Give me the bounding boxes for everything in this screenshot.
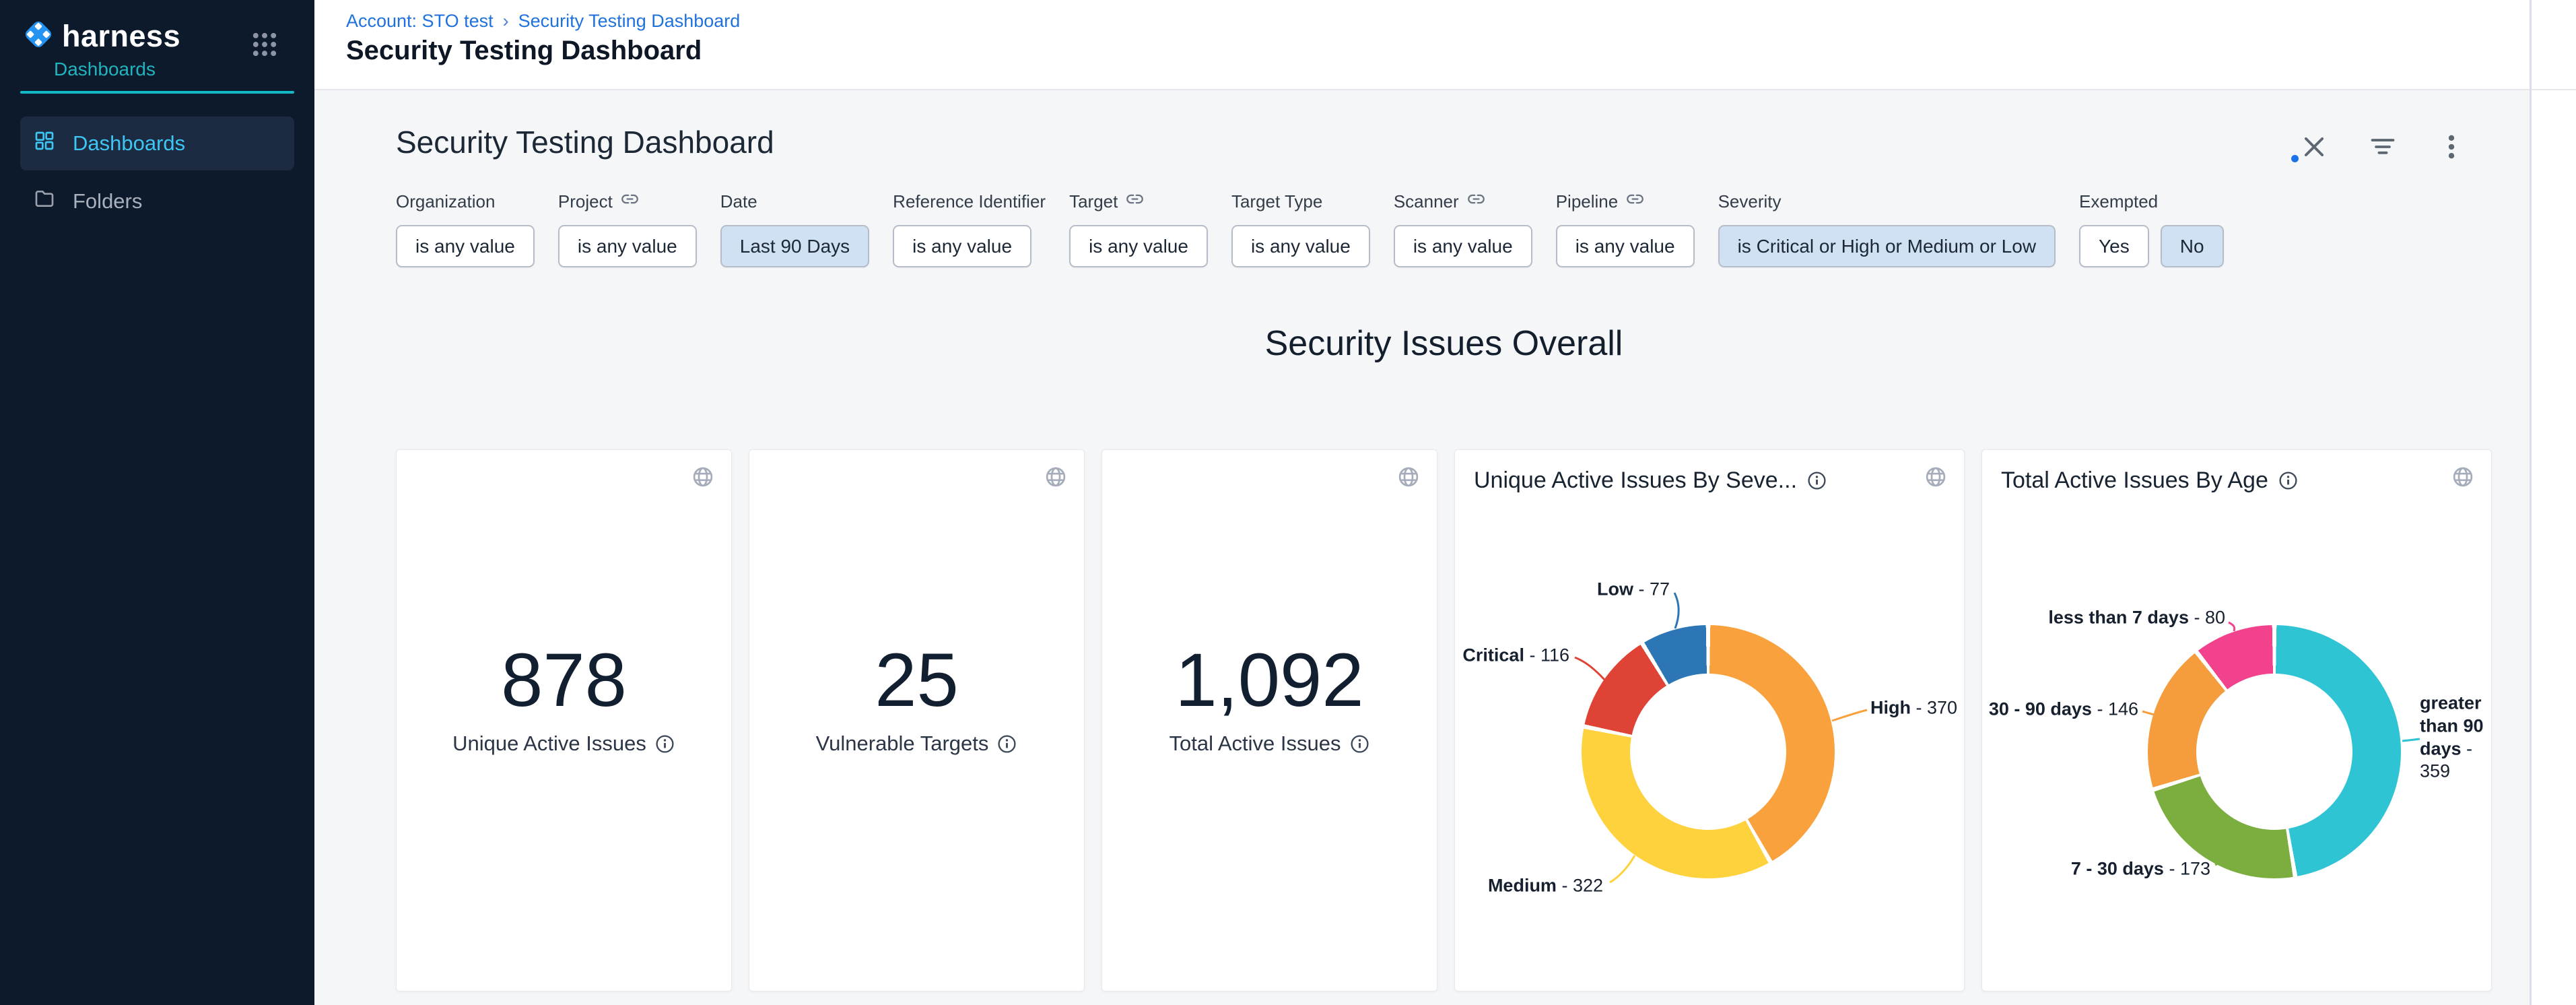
sidebar: harness Dashboards D [0,0,314,1005]
panel-right-divider [2530,0,2532,1005]
sidebar-nav: Dashboards Folders [20,117,294,228]
donut-chart-tile: Unique Active Issues By Seve... High - 3… [1454,449,1965,992]
filter-label: Scanner [1394,191,1459,212]
filter-label: Date [720,191,757,212]
close-icon[interactable] [2299,132,2329,162]
stat-label: Vulnerable Targets [816,732,989,756]
globe-icon [1396,465,1421,492]
filter-label: Severity [1718,191,1782,212]
filter-group: Severity is Critical or High or Medium o… [1718,190,2056,267]
link-icon [1467,190,1485,213]
filter-label: Exempted [2079,191,2158,212]
info-icon[interactable] [1349,734,1370,754]
donut-callout-label: Medium - 322 [1488,876,1603,897]
filter-value-exempted[interactable]: Yes [2079,225,2149,267]
breadcrumb-chevron-icon: › [503,11,509,32]
breadcrumb: Account: STO test › Security Testing Das… [346,11,2576,32]
filter-group: Scanner is any value [1394,190,1532,267]
section-title: Security Issues Overall [396,323,2492,364]
filter-label: Reference Identifier [893,191,1046,212]
donut-callout-label: 7 - 30 days - 173 [2071,859,2210,880]
info-icon[interactable] [654,734,675,754]
filter-label: Target Type [1231,191,1322,212]
breadcrumb-account-link[interactable]: Account: STO test [346,11,494,32]
link-icon [621,190,639,213]
filter-icon[interactable] [2368,132,2398,162]
brand-underline [20,91,294,94]
donut-callout-label: less than 7 days - 80 [2048,608,2225,628]
filter-bar: Organization is any value Project is any… [396,190,2224,267]
donut-callout-label: High - 370 [1870,698,1957,719]
stat-label: Total Active Issues [1169,732,1341,756]
filter-group: Date Last 90 Days [720,190,869,267]
filter-label: Organization [396,191,495,212]
stat-value: 1,092 [1102,643,1437,718]
donut-callout-label: Critical - 116 [1462,645,1569,666]
filter-label: Target [1069,191,1118,212]
cursor-dot [2291,155,2299,162]
link-icon [1626,190,1644,213]
stat-tile: 878 Unique Active Issues [396,449,732,992]
harness-logo-icon[interactable] [20,16,57,56]
donut-callout-label: 30 - 90 days - 146 [1989,699,2138,720]
filter-value-target[interactable]: is any value [1069,225,1208,267]
brand-name: harness [62,19,180,54]
filter-value-exempted[interactable]: No [2161,225,2224,267]
stat-value: 878 [397,643,731,718]
filter-value-severity[interactable]: is Critical or High or Medium or Low [1718,225,2056,267]
filter-group: Target Type is any value [1231,190,1370,267]
sidebar-item-dashboards[interactable]: Dashboards [20,117,294,170]
filter-value-target-type[interactable]: is any value [1231,225,1370,267]
link-icon [1126,190,1144,213]
globe-icon [1044,465,1068,492]
sidebar-item-label: Dashboards [73,131,185,156]
filter-label: Pipeline [1556,191,1619,212]
filter-group: Project is any value [558,190,697,267]
filter-value-reference-identifier[interactable]: is any value [893,225,1031,267]
brand-product: Dashboards [54,59,314,80]
filter-value-organization[interactable]: is any value [396,225,535,267]
filter-group: Pipeline is any value [1556,190,1695,267]
donut-chart-tile: Total Active Issues By Age greater than … [1981,449,2492,992]
filter-group: Reference Identifier is any value [893,190,1046,267]
brand: harness Dashboards [0,0,314,80]
sidebar-item-folders[interactable]: Folders [20,174,294,228]
breadcrumb-dashboard-link[interactable]: Security Testing Dashboard [518,11,741,32]
donut-chart[interactable] [1582,625,1835,878]
sidebar-item-label: Folders [73,189,142,214]
dashboard-toolbar [2299,132,2466,162]
donut-callout-label: Low - 77 [1597,579,1670,600]
filter-group: Exempted Yes No [2079,190,2223,267]
globe-icon [691,465,715,492]
dashboard-title: Security Testing Dashboard [396,124,774,160]
donut-hole [2196,674,2352,830]
donut-hole [1630,674,1786,830]
top-header: Account: STO test › Security Testing Das… [314,0,2576,90]
filter-value-pipeline[interactable]: is any value [1556,225,1695,267]
stat-tile: 25 Vulnerable Targets [749,449,1085,992]
filter-value-date[interactable]: Last 90 Days [720,225,869,267]
filter-group: Target is any value [1069,190,1208,267]
stat-value: 25 [749,643,1084,718]
donut-callout-label: greater than 90 days - 359 [2420,692,2502,783]
info-icon[interactable] [996,734,1017,754]
folder-icon [34,188,55,215]
stat-label: Unique Active Issues [452,732,646,756]
page-title: Security Testing Dashboard [346,36,2576,66]
filter-group: Organization is any value [396,190,535,267]
filter-label: Project [558,191,613,212]
tile-row: 878 Unique Active Issues 25 Vuln [396,449,2492,992]
app-grid-menu-icon[interactable] [250,30,279,59]
stat-tile: 1,092 Total Active Issues [1101,449,1437,992]
dashboards-icon [34,130,55,157]
dashboard-panel: Security Testing Dashboard Organization [314,90,2531,1005]
kebab-menu-icon[interactable] [2437,132,2466,162]
donut-chart[interactable] [2148,625,2401,878]
filter-value-scanner[interactable]: is any value [1394,225,1532,267]
filter-value-project[interactable]: is any value [558,225,697,267]
